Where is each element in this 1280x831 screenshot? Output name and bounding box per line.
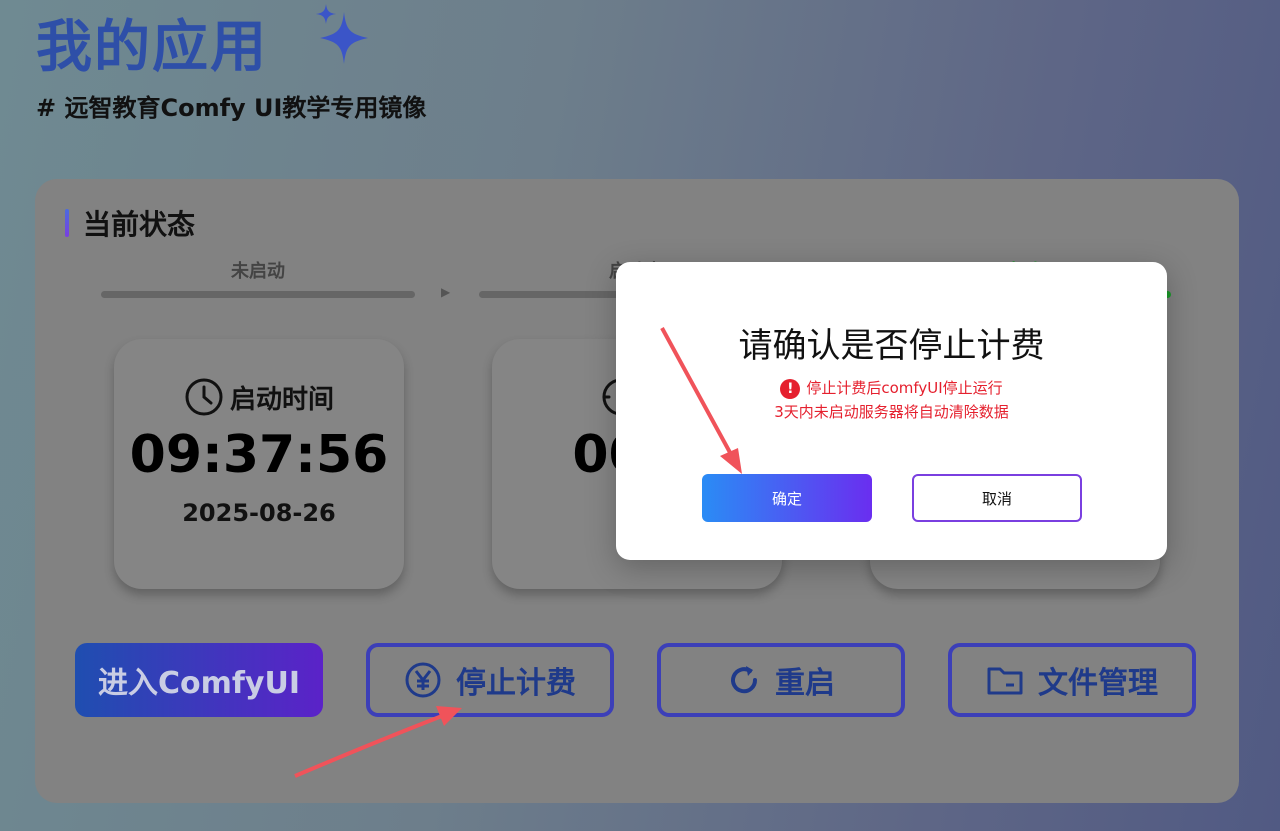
sparkle-icon — [316, 4, 368, 64]
start-time-value: 09:37:56 — [129, 425, 389, 485]
file-manager-label: 文件管理 — [1038, 666, 1158, 701]
yen-icon — [405, 662, 441, 698]
section-title: 当前状态 — [65, 203, 195, 243]
enter-comfyui-label: 进入ComfyUI — [97, 666, 301, 701]
confirm-label: 确定 — [771, 489, 802, 508]
step-arrow-icon: ▶ — [441, 285, 451, 299]
stop-billing-button[interactable]: 停止计费 — [366, 643, 614, 717]
refresh-icon — [731, 666, 758, 694]
start-date-value: 2025-08-26 — [182, 499, 336, 527]
step-not-started: 未启动 — [101, 257, 415, 298]
stop-billing-label: 停止计费 — [456, 666, 576, 701]
start-time-card: 启动时间 09:37:56 2025-08-26 — [114, 339, 404, 589]
page-subtitle: # 远智教育Comfy UI教学专用镜像 — [36, 94, 427, 122]
cancel-button[interactable]: 取消 — [912, 474, 1082, 522]
clock-icon — [185, 378, 223, 416]
dialog-title: 请确认是否停止计费 — [738, 326, 1045, 366]
warning-icon: ! — [780, 378, 801, 399]
restart-button[interactable]: 重启 — [657, 643, 905, 717]
start-time-label: 启动时间 — [229, 384, 334, 415]
warning-line-2: 3天内未启动服务器将自动清除数据 — [774, 403, 1009, 421]
step-label: 未启动 — [231, 261, 285, 282]
restart-label: 重启 — [775, 666, 835, 701]
step-bar — [101, 291, 415, 298]
confirm-dialog: 请确认是否停止计费 ! 停止计费后comfyUI停止运行 3天内未启动服务器将自动… — [616, 262, 1167, 560]
cancel-label: 取消 — [981, 489, 1012, 508]
folder-icon — [987, 667, 1023, 695]
app-title: 我的应用 — [36, 15, 268, 80]
confirm-button[interactable]: 确定 — [702, 474, 872, 522]
dialog-warning: ! 停止计费后comfyUI停止运行 3天内未启动服务器将自动清除数据 — [616, 376, 1167, 424]
enter-comfyui-button[interactable]: 进入ComfyUI — [75, 643, 323, 717]
warning-line-1: 停止计费后comfyUI停止运行 — [806, 379, 1003, 397]
file-manager-button[interactable]: 文件管理 — [948, 643, 1196, 717]
start-time-header: 启动时间 — [114, 377, 404, 417]
